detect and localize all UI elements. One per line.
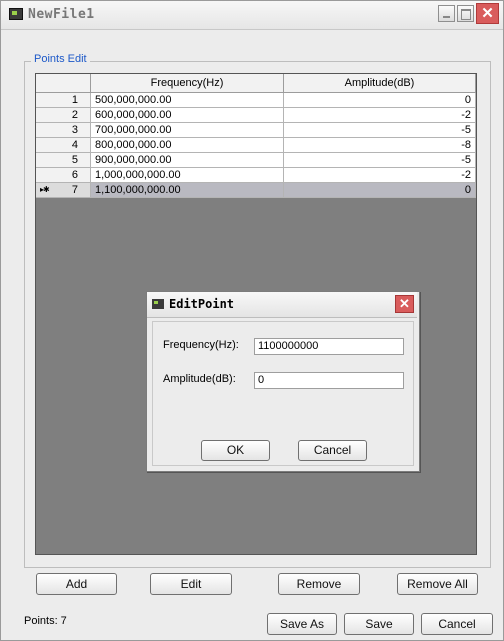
row-index: 5 xyxy=(36,153,91,168)
close-button[interactable]: ✕ xyxy=(476,3,499,24)
edit-point-dialog: EditPoint ✕ Frequency(Hz): 1100000000 Am… xyxy=(146,291,420,472)
amplitude-cell[interactable]: -5 xyxy=(284,153,476,168)
row-index-value: 7 xyxy=(71,184,78,196)
save-as-button[interactable]: Save As xyxy=(267,613,337,635)
frequency-cell[interactable]: 900,000,000.00 xyxy=(91,153,284,168)
title-bar[interactable]: NewFile1 ✕ xyxy=(1,1,503,30)
table-row[interactable]: 6 1,000,000,000.00 -2 xyxy=(36,168,476,183)
amplitude-input[interactable]: 0 xyxy=(254,372,404,389)
table-row-selected[interactable]: ▸✱ 7 1,100,000,000.00 0 xyxy=(36,183,476,198)
minimize-button[interactable] xyxy=(438,5,455,22)
dialog-title: EditPoint xyxy=(169,297,235,311)
window-title: NewFile1 xyxy=(28,7,95,22)
row-index: 2 xyxy=(36,108,91,123)
points-edit-legend: Points Edit xyxy=(31,53,90,65)
amplitude-cell[interactable]: 0 xyxy=(284,93,476,108)
table-row[interactable]: 3 700,000,000.00 -5 xyxy=(36,123,476,138)
frequency-label: Frequency(Hz): xyxy=(163,339,239,351)
frequency-cell[interactable]: 1,100,000,000.00 xyxy=(91,183,284,198)
amplitude-cell[interactable]: 0 xyxy=(284,183,476,198)
dialog-body: Frequency(Hz): 1100000000 Amplitude(dB):… xyxy=(152,321,414,466)
amplitude-cell[interactable]: -8 xyxy=(284,138,476,153)
remove-button[interactable]: Remove xyxy=(278,573,360,595)
save-button[interactable]: Save xyxy=(344,613,414,635)
table-row[interactable]: 2 600,000,000.00 -2 xyxy=(36,108,476,123)
dialog-close-button[interactable]: ✕ xyxy=(395,295,414,313)
row-index: 4 xyxy=(36,138,91,153)
column-header-index[interactable] xyxy=(36,74,91,93)
points-count-status: Points: 7 xyxy=(24,615,67,627)
current-row-marker-icon: ▸✱ xyxy=(40,185,50,194)
amplitude-label: Amplitude(dB): xyxy=(163,373,236,385)
row-index: 6 xyxy=(36,168,91,183)
maximize-button[interactable] xyxy=(457,5,474,22)
column-header-amplitude[interactable]: Amplitude(dB) xyxy=(284,74,476,93)
add-button[interactable]: Add xyxy=(36,573,117,595)
row-index: 3 xyxy=(36,123,91,138)
amplitude-cell[interactable]: -2 xyxy=(284,168,476,183)
frequency-cell[interactable]: 700,000,000.00 xyxy=(91,123,284,138)
remove-all-button[interactable]: Remove All xyxy=(397,573,478,595)
table-row[interactable]: 5 900,000,000.00 -5 xyxy=(36,153,476,168)
ok-button[interactable]: OK xyxy=(201,440,270,461)
frequency-cell[interactable]: 800,000,000.00 xyxy=(91,138,284,153)
frequency-cell[interactable]: 1,000,000,000.00 xyxy=(91,168,284,183)
frequency-input[interactable]: 1100000000 xyxy=(254,338,404,355)
row-index: ▸✱ 7 xyxy=(36,183,91,198)
table-header: Frequency(Hz) Amplitude(dB) xyxy=(36,74,476,93)
frequency-cell[interactable]: 500,000,000.00 xyxy=(91,93,284,108)
dialog-title-bar[interactable]: EditPoint ✕ xyxy=(147,292,417,318)
column-header-frequency[interactable]: Frequency(Hz) xyxy=(91,74,284,93)
cancel-button[interactable]: Cancel xyxy=(421,613,493,635)
app-icon xyxy=(9,8,23,20)
row-index: 1 xyxy=(36,93,91,108)
table-row[interactable]: 4 800,000,000.00 -8 xyxy=(36,138,476,153)
frequency-cell[interactable]: 600,000,000.00 xyxy=(91,108,284,123)
table-row[interactable]: 1 500,000,000.00 0 xyxy=(36,93,476,108)
edit-button[interactable]: Edit xyxy=(150,573,232,595)
amplitude-cell[interactable]: -2 xyxy=(284,108,476,123)
dialog-cancel-button[interactable]: Cancel xyxy=(298,440,367,461)
amplitude-cell[interactable]: -5 xyxy=(284,123,476,138)
dialog-app-icon xyxy=(152,299,164,309)
